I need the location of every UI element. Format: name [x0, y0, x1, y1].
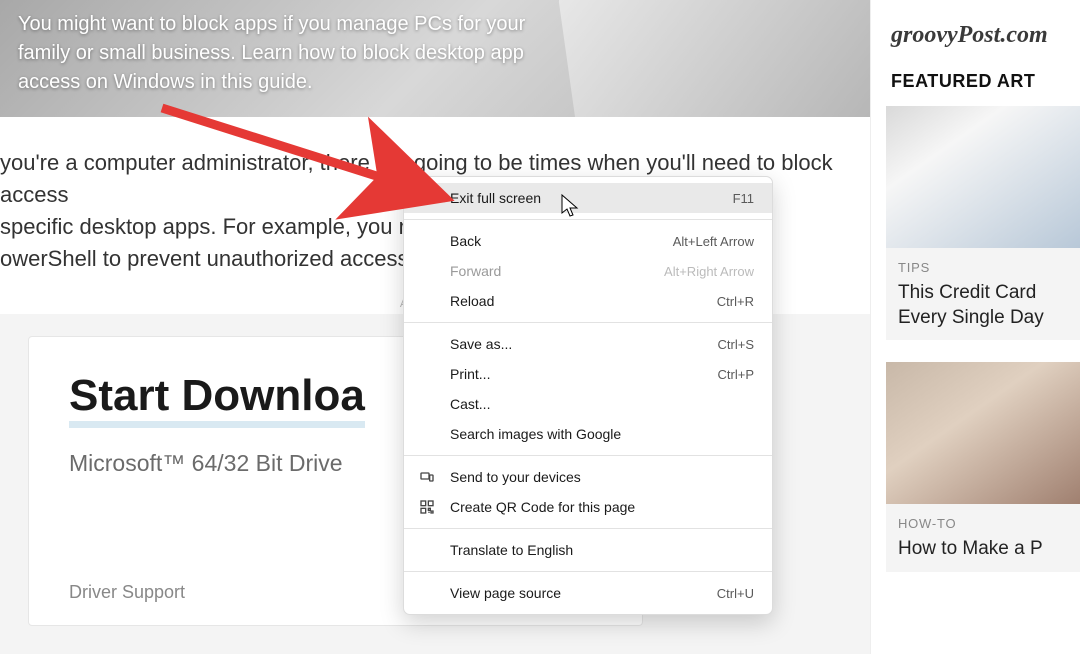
featured-thumbnail — [886, 362, 1080, 504]
featured-card[interactable]: TIPS This Credit Card Every Single Day — [886, 106, 1080, 340]
context-menu-label: Send to your devices — [450, 469, 754, 485]
context-menu-item[interactable]: View page sourceCtrl+U — [404, 578, 772, 608]
context-menu-label: View page source — [450, 585, 717, 601]
context-menu-label: Back — [450, 233, 673, 249]
context-menu-item[interactable]: Cast... — [404, 389, 772, 419]
ad-sponsor: Driver Support — [69, 582, 185, 603]
context-menu-separator — [404, 322, 772, 323]
context-menu-item[interactable]: Search images with Google — [404, 419, 772, 449]
site-logo[interactable]: groovyPost.com — [886, 0, 1080, 65]
context-menu-separator — [404, 455, 772, 456]
context-menu-label: Create QR Code for this page — [450, 499, 754, 515]
context-menu-label: Print... — [450, 366, 718, 382]
context-menu-separator — [404, 571, 772, 572]
context-menu-item[interactable]: Save as...Ctrl+S — [404, 329, 772, 359]
context-menu-shortcut: Ctrl+S — [718, 337, 754, 352]
context-menu-label: Forward — [450, 263, 664, 279]
context-menu-label: Save as... — [450, 336, 718, 352]
context-menu-separator — [404, 528, 772, 529]
context-menu-label: Reload — [450, 293, 717, 309]
devices-icon — [418, 468, 436, 486]
featured-heading: FEATURED ART — [891, 71, 1080, 92]
context-menu: Exit full screenF11BackAlt+Left ArrowFor… — [403, 176, 773, 615]
sidebar: groovyPost.com FEATURED ART TIPS This Cr… — [870, 0, 1080, 654]
ad-headline: Start Downloa — [69, 373, 365, 428]
context-menu-item[interactable]: Send to your devices — [404, 462, 772, 492]
context-menu-shortcut: Ctrl+P — [718, 367, 754, 382]
featured-title: This Credit Card Every Single Day — [898, 281, 1072, 330]
context-menu-item[interactable]: ReloadCtrl+R — [404, 286, 772, 316]
context-menu-label: Translate to English — [450, 542, 754, 558]
context-menu-item[interactable]: Create QR Code for this page — [404, 492, 772, 522]
hero-text: You might want to block apps if you mana… — [18, 10, 578, 97]
context-menu-item[interactable]: BackAlt+Left Arrow — [404, 226, 772, 256]
featured-category: TIPS — [898, 260, 1072, 275]
context-menu-shortcut: F11 — [733, 191, 754, 206]
context-menu-shortcut: Alt+Right Arrow — [664, 264, 754, 279]
context-menu-label: Cast... — [450, 396, 754, 412]
context-menu-item: ForwardAlt+Right Arrow — [404, 256, 772, 286]
context-menu-item[interactable]: Print...Ctrl+P — [404, 359, 772, 389]
context-menu-item[interactable]: Exit full screenF11 — [404, 183, 772, 213]
context-menu-label: Exit full screen — [450, 190, 733, 206]
featured-category: HOW-TO — [898, 516, 1072, 531]
qr-icon — [418, 498, 436, 516]
context-menu-shortcut: Alt+Left Arrow — [673, 234, 754, 249]
context-menu-separator — [404, 219, 772, 220]
context-menu-item[interactable]: Translate to English — [404, 535, 772, 565]
context-menu-label: Search images with Google — [450, 426, 754, 442]
hero-banner: You might want to block apps if you mana… — [0, 0, 870, 117]
context-menu-shortcut: Ctrl+R — [717, 294, 754, 309]
featured-card[interactable]: HOW-TO How to Make a P — [886, 362, 1080, 572]
featured-thumbnail — [886, 106, 1080, 248]
featured-title: How to Make a P — [898, 537, 1072, 562]
context-menu-shortcut: Ctrl+U — [717, 586, 754, 601]
